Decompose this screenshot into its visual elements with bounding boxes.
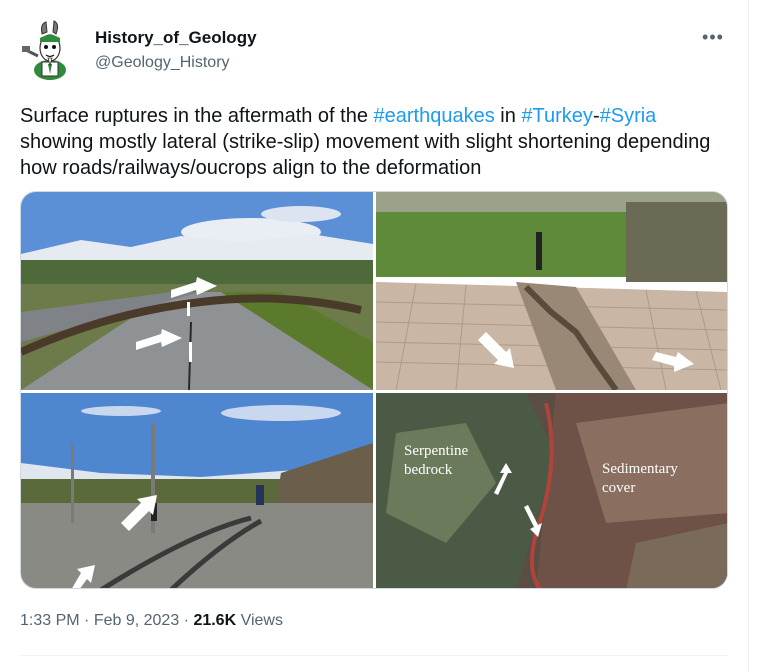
tweet-text-segment: Surface ruptures in the aftermath of the bbox=[20, 105, 374, 127]
views-label: Views bbox=[236, 612, 283, 629]
label-serpentine-line1: Serpentine bbox=[404, 443, 468, 459]
photo-road-rupture[interactable] bbox=[21, 192, 373, 390]
tweet-date[interactable]: Feb 9, 2023 bbox=[94, 612, 179, 629]
photo-railway-bend[interactable] bbox=[21, 393, 373, 588]
tweet-text: Surface ruptures in the aftermath of the… bbox=[20, 103, 735, 181]
label-sedimentary-line1: Sedimentary bbox=[602, 461, 678, 477]
hashtag-syria[interactable]: #Syria bbox=[600, 105, 657, 127]
meta-separator: · bbox=[179, 612, 194, 629]
hashtag-turkey[interactable]: #Turkey bbox=[521, 105, 593, 127]
divider bbox=[20, 655, 728, 656]
author-handle[interactable]: @Geology_History bbox=[95, 54, 230, 72]
photo-outcrop[interactable]: Serpentine bedrock Sedimentary cover bbox=[376, 393, 727, 588]
column-border bbox=[748, 0, 749, 672]
hashtag-earthquakes[interactable]: #earthquakes bbox=[374, 105, 495, 127]
tweet-text-segment: showing mostly lateral (strike-slip) mov… bbox=[20, 131, 711, 179]
tweet-time[interactable]: 1:33 PM bbox=[20, 612, 80, 629]
label-serpentine-line2: bedrock bbox=[404, 462, 453, 478]
tweet-text-segment: - bbox=[592, 105, 600, 127]
media-grid: Serpentine bedrock Sedimentary cover bbox=[20, 191, 728, 589]
tweet-card: History_of_Geology @Geology_History ••• … bbox=[0, 0, 748, 672]
tweet-text-segment: in bbox=[494, 105, 522, 127]
meta-separator: · bbox=[79, 612, 94, 629]
author-avatar[interactable] bbox=[20, 20, 72, 82]
author-display-name[interactable]: History_of_Geology bbox=[95, 28, 257, 48]
photo-paving-rupture[interactable] bbox=[376, 192, 727, 390]
tweet-meta: 1:33 PM · Feb 9, 2023 · 21.6K Views bbox=[20, 612, 283, 630]
label-sedimentary-line2: cover bbox=[602, 480, 635, 496]
views-count: 21.6K bbox=[193, 612, 237, 629]
more-options-icon[interactable]: ••• bbox=[698, 25, 728, 49]
